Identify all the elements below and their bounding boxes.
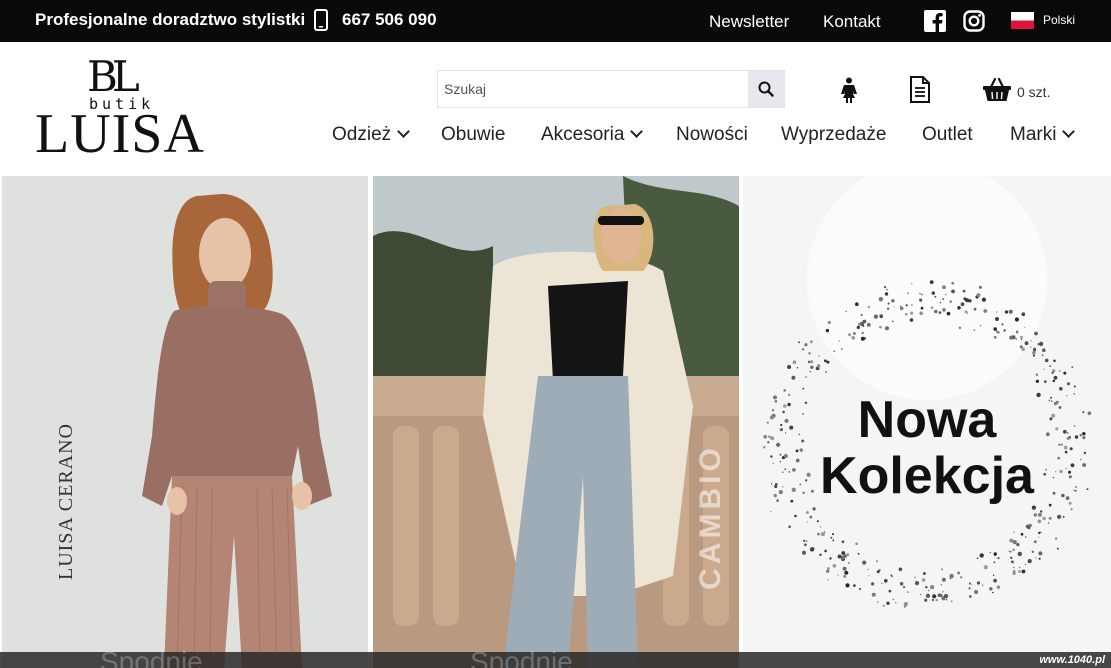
poland-flag-icon[interactable] [1011,12,1034,29]
nav-item-marki[interactable]: Marki [1010,124,1076,146]
nav-label: Marki [1010,124,1057,145]
chevron-down-icon [1062,125,1076,138]
search-bar [437,70,785,108]
chevron-down-icon [630,125,644,138]
logo-monogram: BL [87,52,140,101]
brand-label: CAMBIO [693,444,727,590]
stylist-advice-text: Profesjonalne doradztwo stylistki [35,10,306,29]
chevron-down-icon [397,125,411,138]
language-selector[interactable]: Polski [1043,13,1075,27]
nav-item-odziez[interactable]: Odzież [332,124,411,146]
top-bar: Profesjonalne doradztwo stylistki 667 50… [0,0,1111,42]
shopping-basket-icon[interactable] [982,76,1012,102]
nav-label: Obuwie [441,124,506,145]
phone-number[interactable]: 667 506 090 [342,10,437,30]
search-icon [758,81,774,97]
cambio-logo: CAMBIO [680,420,740,620]
banner-caption-strip: Spodnie Spodnie www.1040.pl [0,646,1111,668]
phone-icon [314,9,328,31]
nav-label: Nowości [676,124,748,145]
nav-label: Odzież [332,124,392,145]
headline-line-1: Nowa [857,391,997,449]
site-logo[interactable]: BL butik LUISA [35,52,205,165]
nav-label: Outlet [922,124,973,145]
logo-name: LUISA [35,103,205,165]
document-icon[interactable] [909,76,931,103]
cart-count[interactable]: 0 szt. [1017,84,1050,100]
woman-icon[interactable] [838,77,860,103]
search-input[interactable] [438,71,748,107]
nav-item-akcesoria[interactable]: Akcesoria [541,124,644,146]
new-collection-headline: Nowa Kolekcja [743,392,1111,504]
watermark-text: www.1040.pl [1039,654,1105,666]
search-button[interactable] [748,71,784,107]
nav-item-nowosci[interactable]: Nowości [676,124,748,146]
newsletter-link[interactable]: Newsletter [709,12,789,32]
facebook-icon[interactable] [924,10,946,32]
banner-caption-2: Spodnie [470,646,573,668]
nav-label: Wyprzedaże [781,124,887,145]
headline-line-2: Kolekcja [820,447,1034,505]
nav-label: Akcesoria [541,124,625,145]
nav-item-wyprzedaze[interactable]: Wyprzedaże [781,124,886,146]
instagram-icon[interactable] [963,10,985,32]
luisa-cerano-logo: LUISA CERANO [38,400,128,620]
nav-item-obuwie[interactable]: Obuwie [441,124,505,146]
banner-caption-1: Spodnie [100,646,203,668]
brand-label: LUISA CERANO [55,422,78,581]
nav-item-outlet[interactable]: Outlet [922,124,973,146]
contact-link[interactable]: Kontakt [823,12,881,32]
